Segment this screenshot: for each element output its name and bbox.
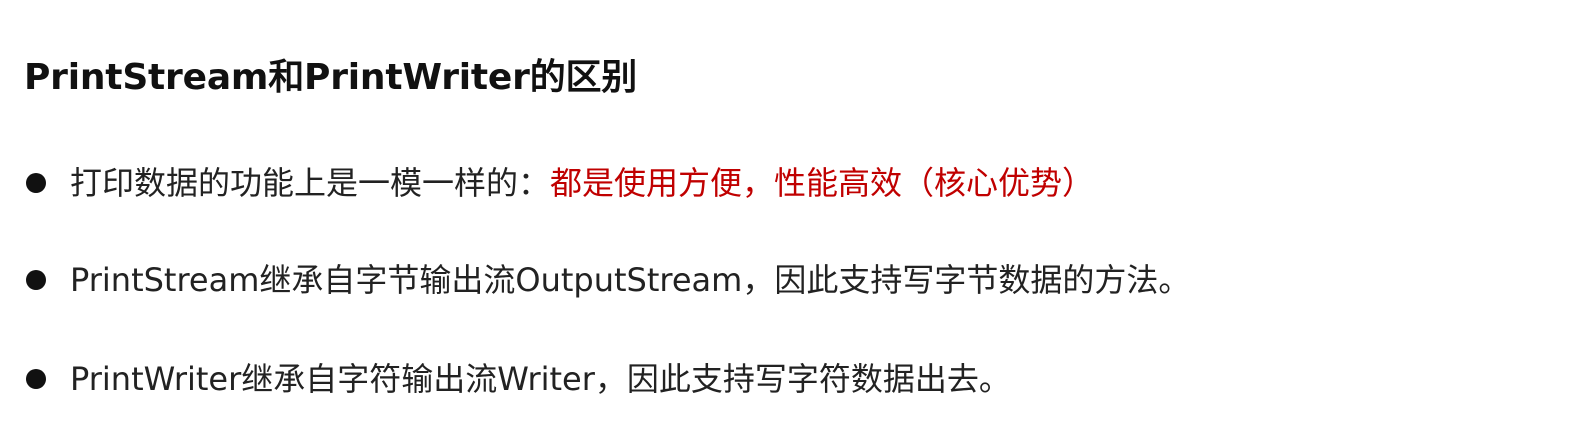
bullet-text-3: PrintWriter继承自字符输出流Writer，因此支持写字符数据出去。 (70, 360, 1011, 398)
bullet-plain-text-1: 打印数据的功能上是一模一样的： (70, 164, 551, 202)
bullet-icon (26, 173, 46, 193)
page-title: PrintStream和PrintWriter的区别 (24, 57, 638, 98)
bullet-item-2: PrintStream继承自字节输出流OutputStream，因此支持写字节数… (24, 257, 1564, 303)
document-page: PrintStream和PrintWriter的区别 打印数据的功能上是一模一样… (0, 0, 1588, 424)
bullet-item-3: PrintWriter继承自字符输出流Writer，因此支持写字符数据出去。 (24, 356, 1564, 402)
bullet-icon (26, 270, 46, 290)
bullet-item-1: 打印数据的功能上是一模一样的：都是使用方便，性能高效（核心优势） (24, 160, 1564, 206)
bullet-text-2: PrintStream继承自字节输出流OutputStream，因此支持写字节数… (70, 261, 1191, 299)
bullet-accent-text-1: 都是使用方便，性能高效（核心优势） (550, 164, 1095, 202)
bullet-text-1: 打印数据的功能上是一模一样的：都是使用方便，性能高效（核心优势） (70, 160, 1094, 206)
bullet-icon (26, 369, 46, 389)
